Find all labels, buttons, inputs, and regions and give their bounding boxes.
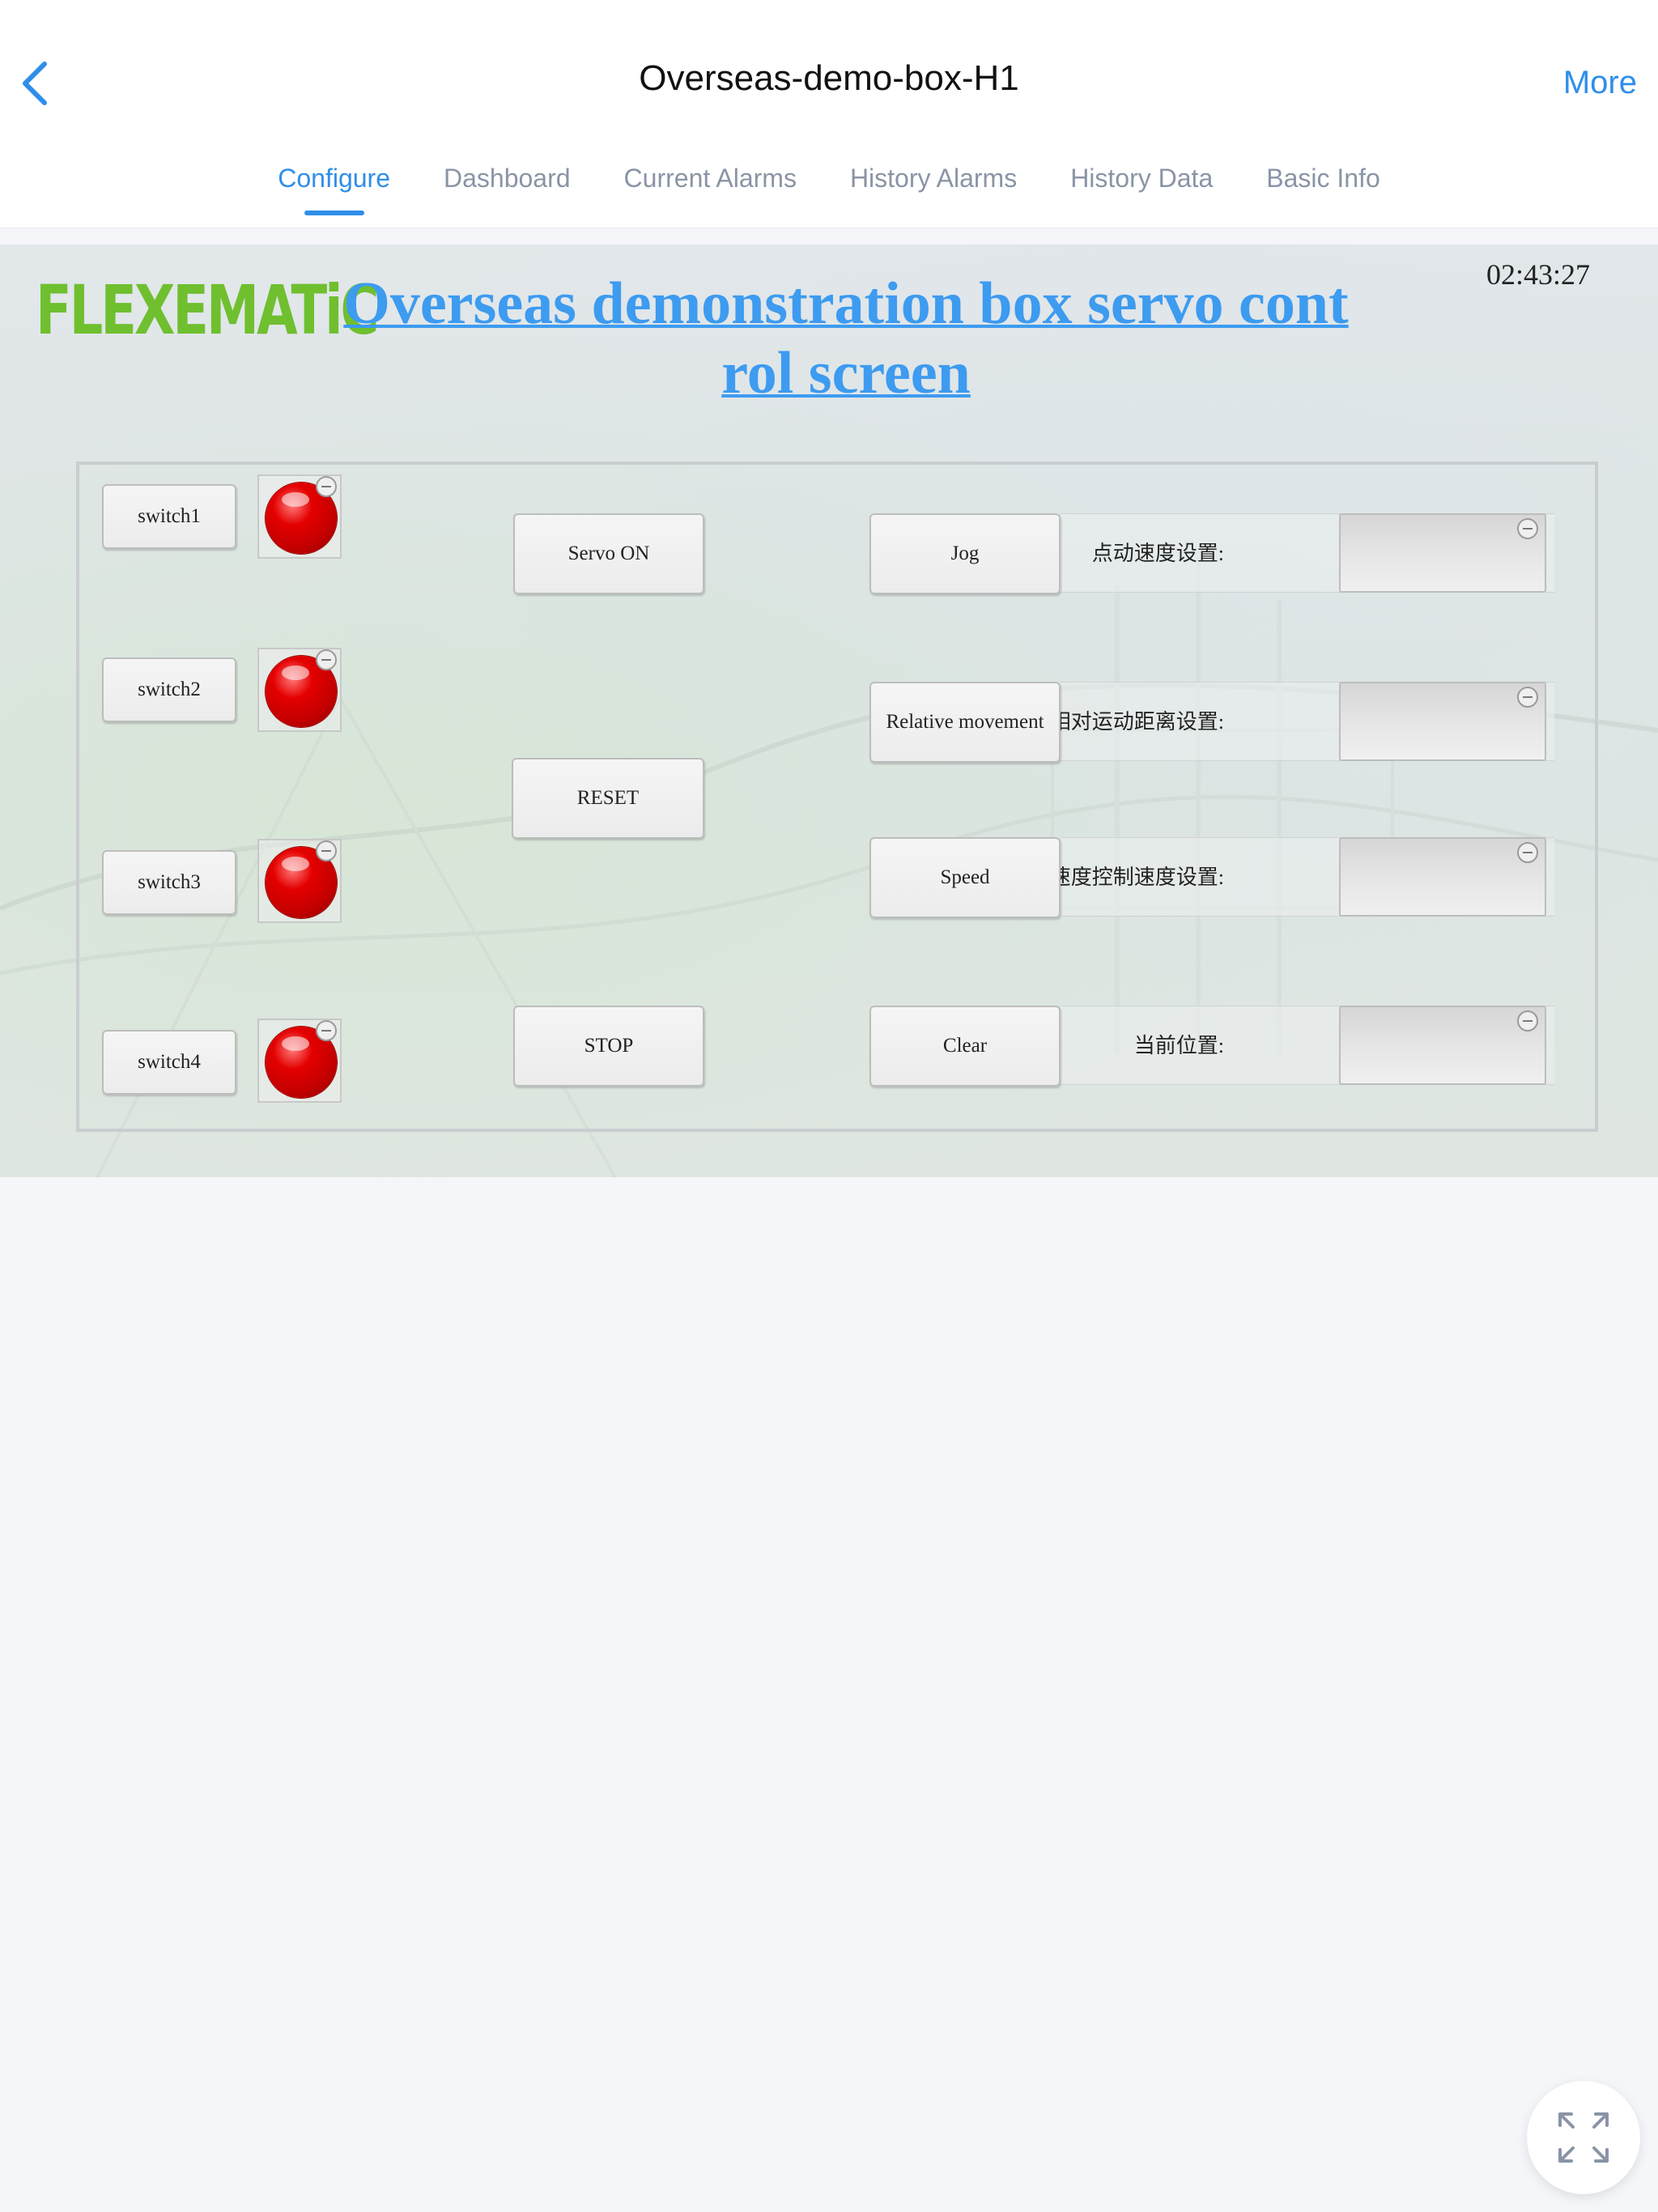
speed-button[interactable]: Speed (869, 837, 1061, 918)
tab-configure[interactable]: Configure (278, 159, 390, 215)
stop-button[interactable]: STOP (513, 1006, 704, 1087)
minus-circle-icon[interactable] (1517, 1010, 1538, 1032)
tab-bar: Configure Dashboard Current Alarms Histo… (0, 159, 1658, 215)
minus-circle-icon[interactable] (1517, 842, 1538, 863)
tab-history-alarms[interactable]: History Alarms (850, 159, 1017, 215)
tab-basic-info[interactable]: Basic Info (1266, 159, 1380, 215)
minus-circle-icon[interactable] (316, 840, 337, 861)
minus-circle-icon[interactable] (1517, 518, 1538, 539)
servo-on-button[interactable]: Servo ON (513, 513, 704, 594)
switch2-lamp (257, 648, 342, 732)
clear-button[interactable]: Clear (869, 1006, 1061, 1087)
hmi-configure-screen: FLEXEMATiC Overseas demonstration box se… (0, 245, 1658, 1177)
fullscreen-button[interactable] (1527, 2081, 1640, 2194)
jog-speed-input[interactable] (1339, 513, 1546, 593)
switch3-button[interactable]: switch3 (102, 850, 236, 915)
chevron-left-icon (23, 62, 47, 105)
fullscreen-expand-icon (1558, 2112, 1609, 2163)
tab-current-alarms[interactable]: Current Alarms (624, 159, 797, 215)
switch4-lamp (257, 1019, 342, 1103)
back-button[interactable] (13, 53, 57, 113)
page-title: Overseas-demo-box-H1 (639, 58, 1019, 98)
switch1-button[interactable]: switch1 (102, 484, 236, 549)
relative-movement-button[interactable]: Relative movement (869, 682, 1061, 763)
speed-control-input[interactable] (1339, 837, 1546, 917)
hmi-screen-title[interactable]: Overseas demonstration box servo control… (340, 269, 1352, 408)
tab-dashboard[interactable]: Dashboard (444, 159, 571, 215)
top-navigation-bar: Overseas-demo-box-H1 More Configure Dash… (0, 0, 1658, 228)
more-button[interactable]: More (1563, 65, 1637, 101)
jog-button[interactable]: Jog (869, 513, 1061, 594)
flexematic-logo: FLEXEMATiC (36, 270, 380, 350)
relative-distance-input[interactable] (1339, 682, 1546, 761)
switch1-lamp (257, 474, 342, 559)
minus-circle-icon[interactable] (316, 1020, 337, 1041)
hmi-clock: 02:43:27 (1486, 258, 1590, 291)
current-position-display (1339, 1006, 1546, 1085)
switch4-button[interactable]: switch4 (102, 1030, 236, 1095)
minus-circle-icon[interactable] (316, 476, 337, 497)
switch3-lamp (257, 839, 342, 923)
reset-button[interactable]: RESET (512, 758, 704, 839)
minus-circle-icon[interactable] (1517, 687, 1538, 708)
tab-history-data[interactable]: History Data (1070, 159, 1213, 215)
minus-circle-icon[interactable] (316, 649, 337, 670)
switch2-button[interactable]: switch2 (102, 657, 236, 722)
